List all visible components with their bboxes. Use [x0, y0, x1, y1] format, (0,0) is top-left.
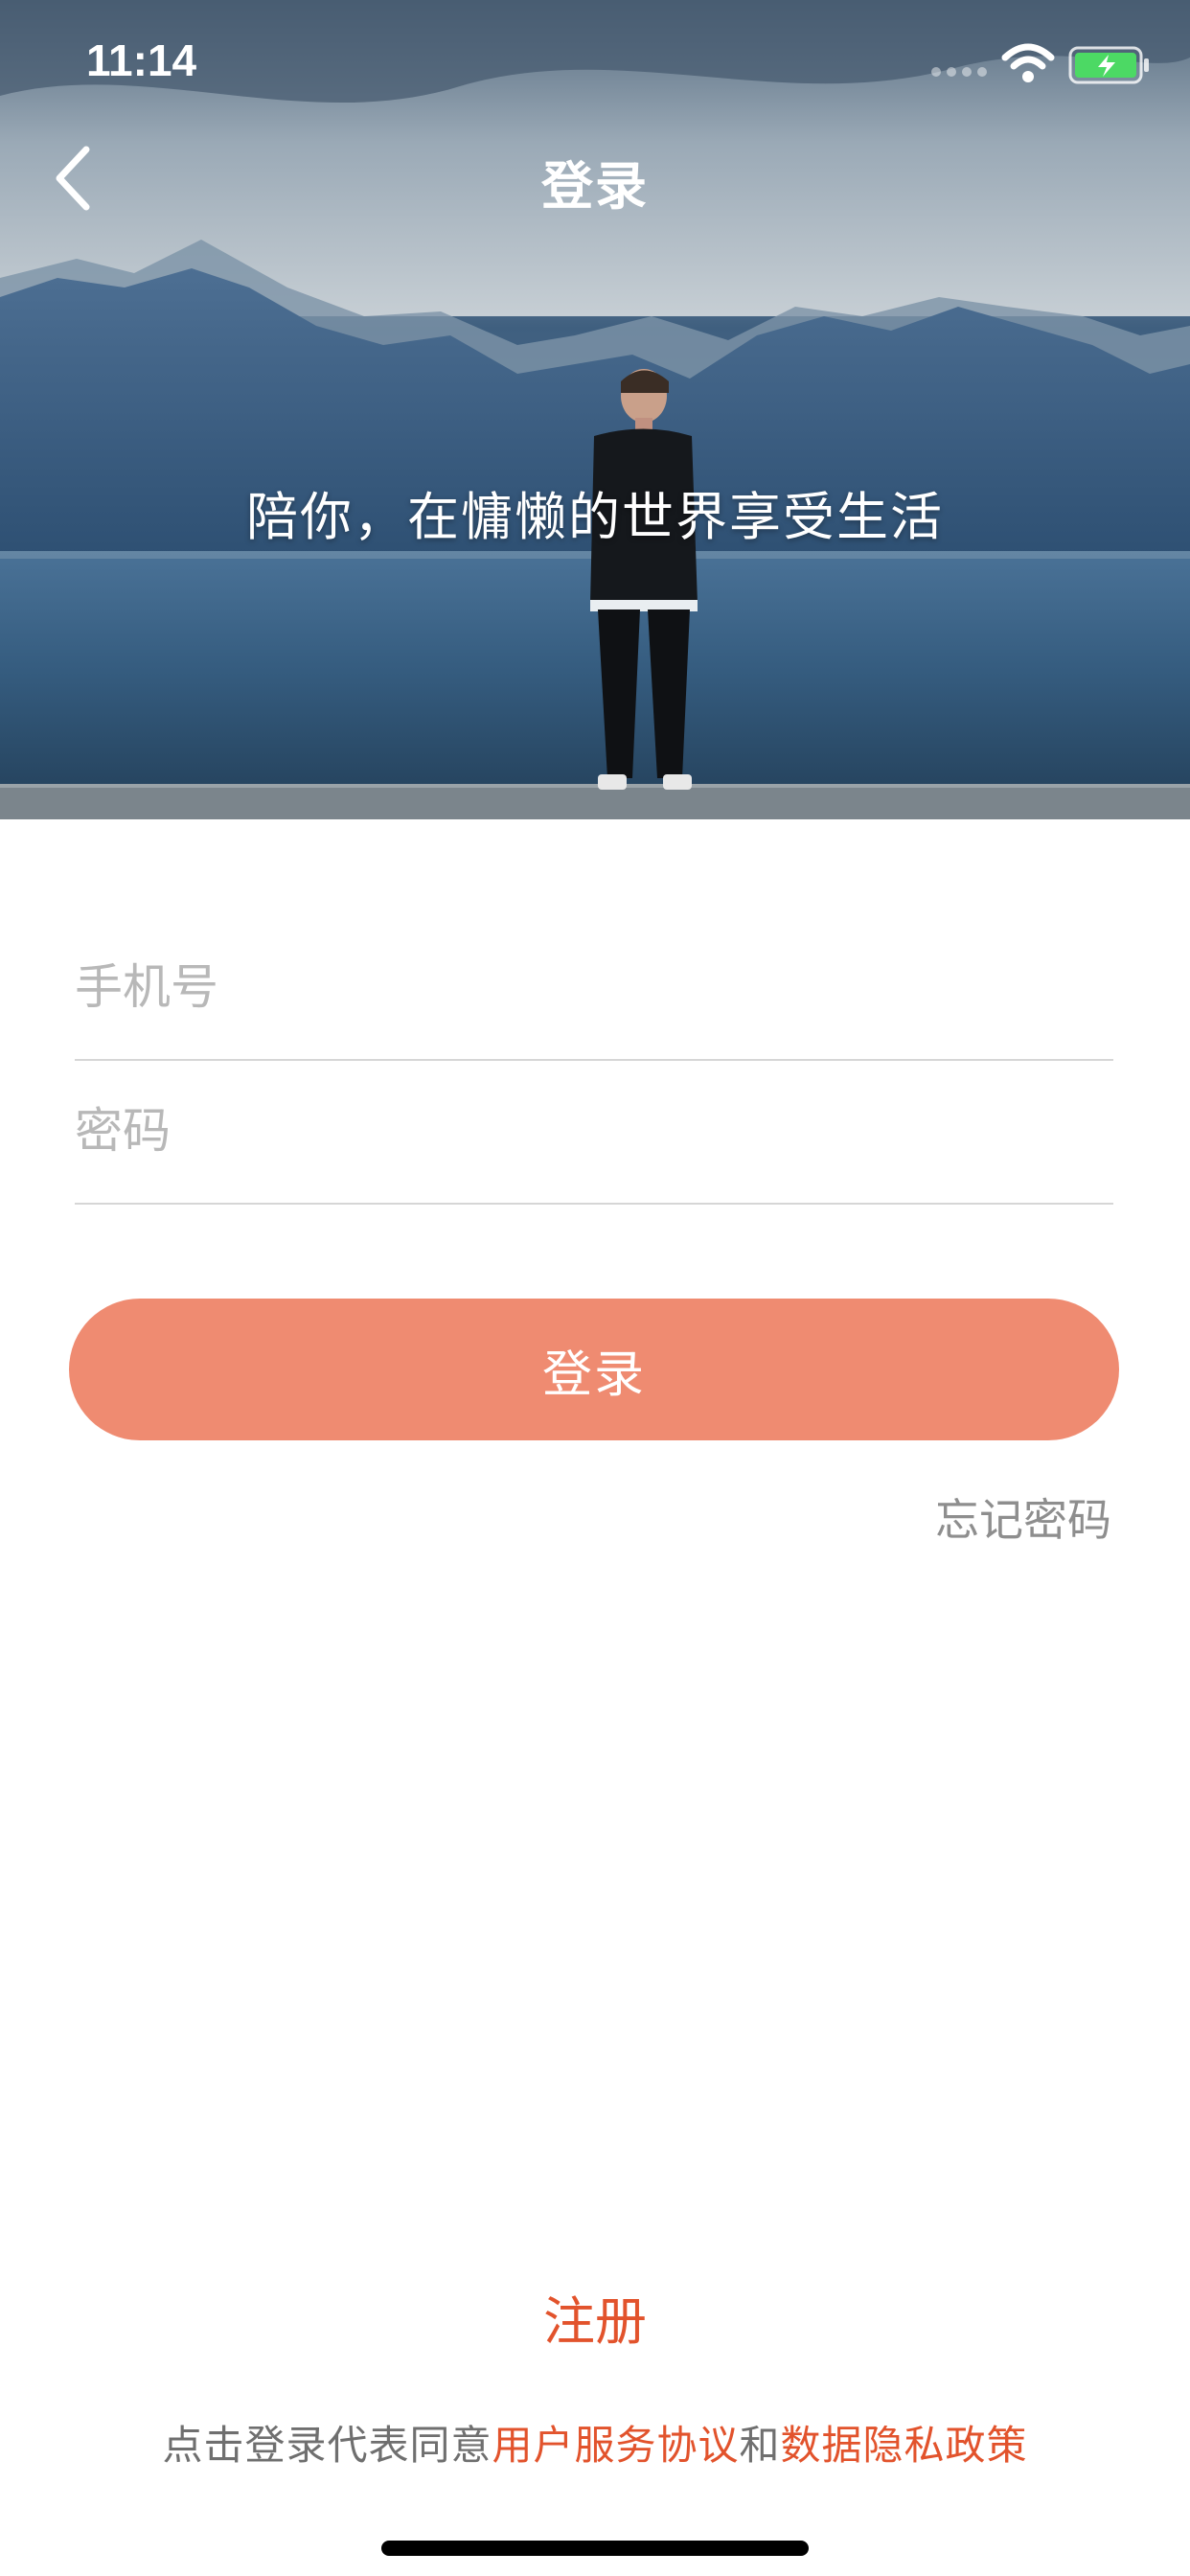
signal-dots-icon	[931, 67, 987, 77]
agreement-text: 点击登录代表同意用户服务协议和数据隐私政策	[0, 2413, 1190, 2472]
agreement-prefix: 点击登录代表同意	[162, 2422, 492, 2469]
agreement-and: 和	[739, 2422, 781, 2469]
phone-input[interactable]	[75, 915, 1113, 1059]
password-field[interactable]	[75, 1059, 1113, 1205]
hero-slogan: 陪你，在慵懒的世界享受生活	[246, 487, 944, 547]
hero-banner: 11:14 登录 陪你，在慵懒的世界享受生活	[0, 0, 1190, 819]
privacy-policy-link[interactable]: 数据隐私政策	[781, 2422, 1028, 2469]
terms-link[interactable]: 用户服务协议	[492, 2422, 739, 2469]
wifi-icon	[1001, 43, 1055, 82]
password-input[interactable]	[75, 1059, 1113, 1203]
phone-field[interactable]	[75, 915, 1113, 1061]
home-indicator	[381, 2541, 809, 2556]
register-link[interactable]: 注册	[0, 2279, 1190, 2355]
login-button-label: 登录	[541, 1346, 646, 1404]
page-title: 登录	[541, 156, 649, 217]
status-bar: 11:14	[0, 0, 1190, 125]
battery-charging-icon	[1068, 46, 1149, 84]
navigation-bar: 登录	[0, 125, 1190, 230]
login-button[interactable]: 登录	[69, 1299, 1119, 1440]
status-time: 11:14	[86, 35, 197, 85]
forgot-password-link[interactable]: 忘记密码	[935, 1485, 1111, 1549]
